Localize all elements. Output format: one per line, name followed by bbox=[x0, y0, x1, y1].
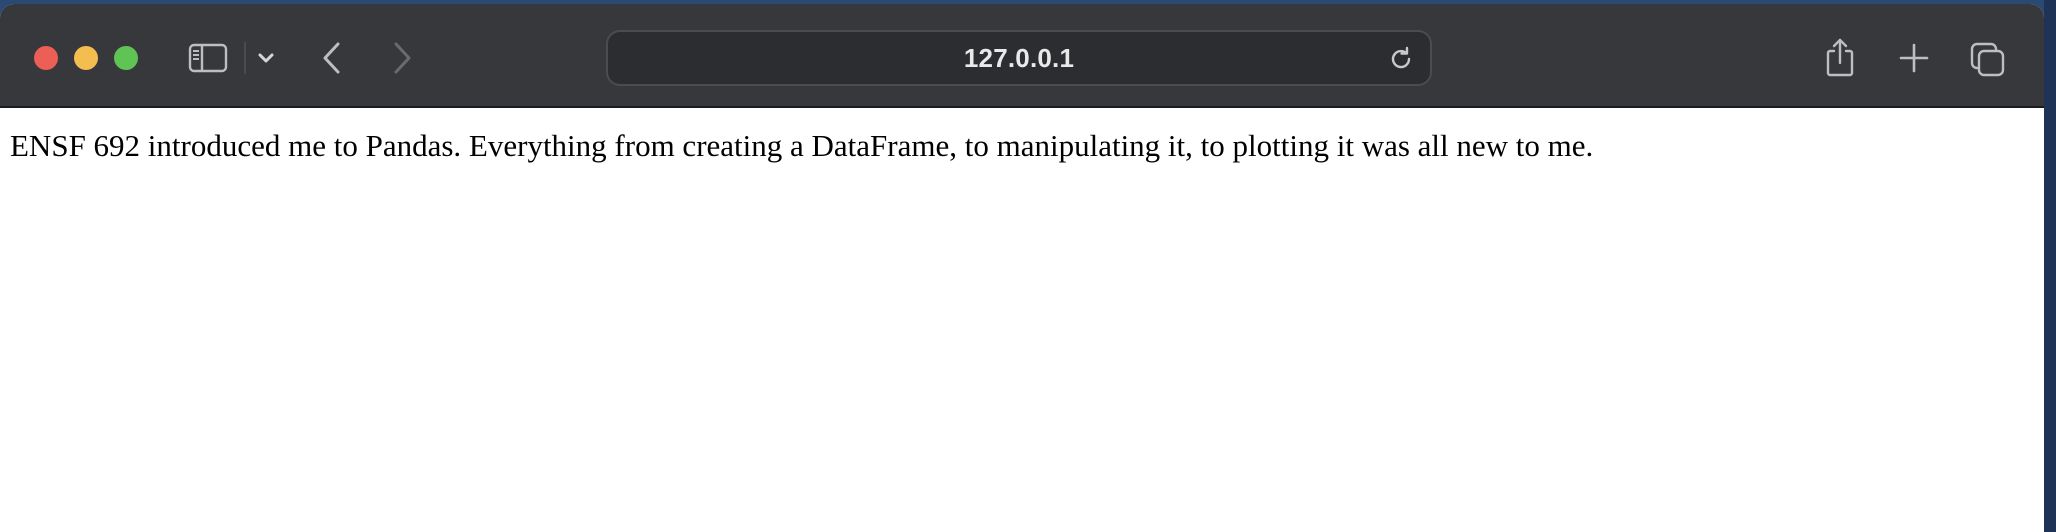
maximize-window-button[interactable] bbox=[114, 46, 138, 70]
chevron-right-icon bbox=[394, 42, 411, 74]
tabs-overview-icon bbox=[1970, 42, 2005, 77]
back-button[interactable] bbox=[314, 38, 348, 78]
desktop-background bbox=[2044, 0, 2056, 532]
reload-button[interactable] bbox=[1386, 44, 1416, 74]
browser-toolbar: 127.0.0.1 bbox=[0, 4, 2044, 108]
reload-icon bbox=[1391, 46, 1411, 69]
forward-button[interactable] bbox=[386, 38, 420, 78]
sidebar-toggle-button[interactable] bbox=[186, 40, 230, 76]
new-tab-button[interactable] bbox=[1896, 40, 1932, 76]
close-window-button[interactable] bbox=[34, 46, 58, 70]
sidebar-icon bbox=[188, 43, 228, 73]
chevron-down-icon bbox=[258, 53, 274, 63]
browser-window: 127.0.0.1 ENSF 692 introduced me to Pand… bbox=[0, 4, 2044, 532]
share-icon bbox=[1826, 38, 1854, 77]
page-content: ENSF 692 introduced me to Pandas. Everyt… bbox=[0, 108, 2044, 532]
chevron-left-icon bbox=[323, 42, 340, 74]
minimize-window-button[interactable] bbox=[74, 46, 98, 70]
address-bar[interactable]: 127.0.0.1 bbox=[606, 30, 1432, 86]
tab-overview-button[interactable] bbox=[1968, 40, 2008, 80]
plus-icon bbox=[1899, 43, 1929, 73]
toolbar-divider bbox=[244, 42, 246, 74]
page-paragraph: ENSF 692 introduced me to Pandas. Everyt… bbox=[10, 128, 1594, 163]
tab-group-menu-button[interactable] bbox=[252, 44, 280, 72]
url-text: 127.0.0.1 bbox=[963, 42, 1075, 73]
share-button[interactable] bbox=[1822, 36, 1858, 80]
